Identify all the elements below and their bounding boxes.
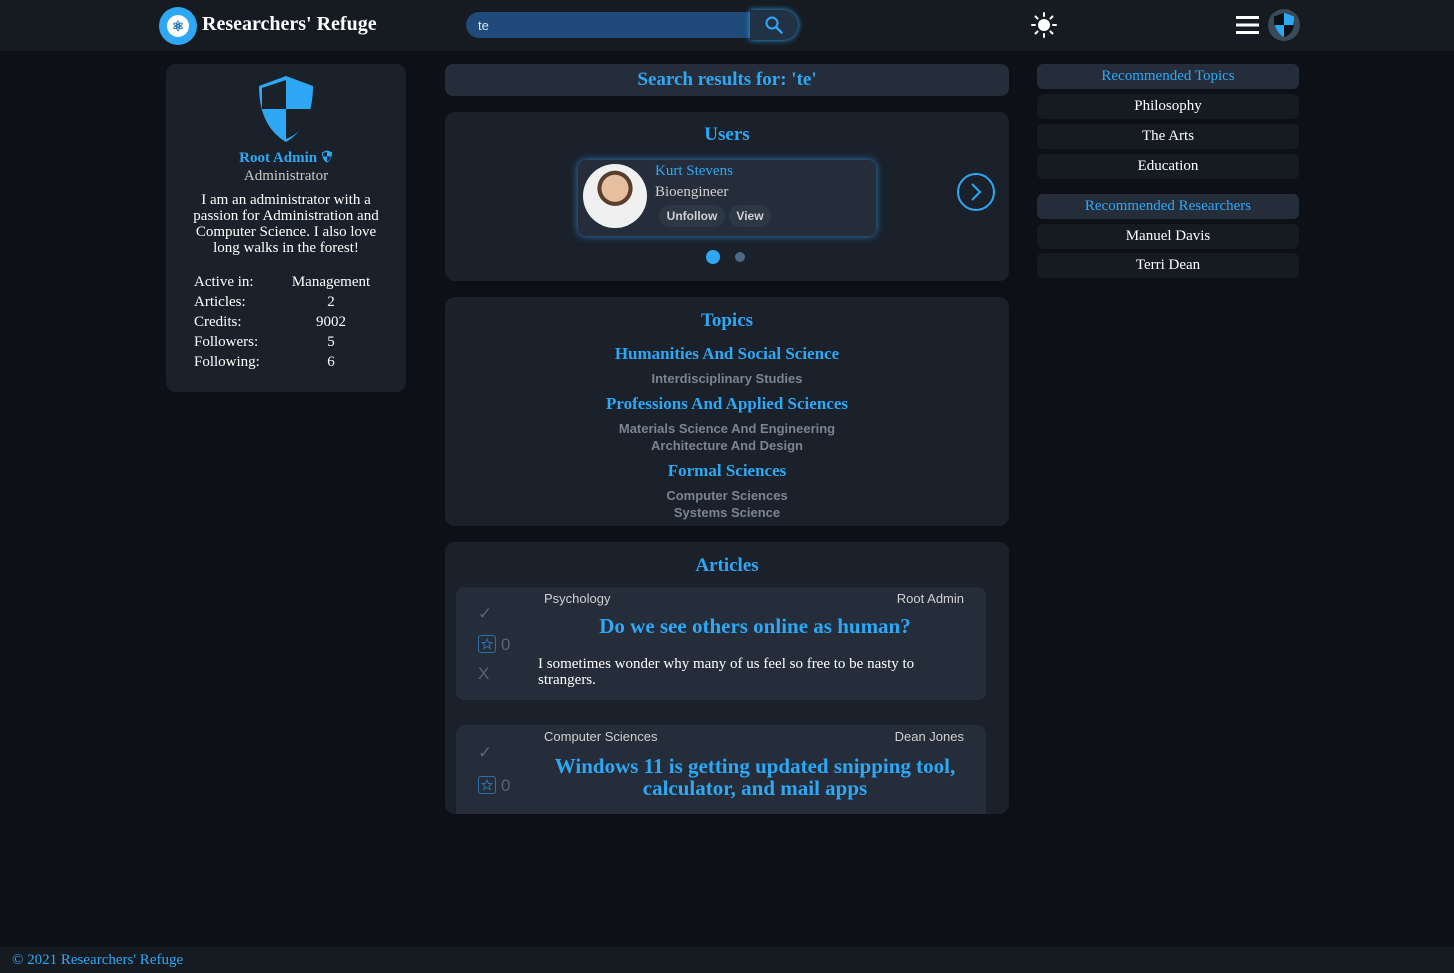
stat-value: 2 [327, 294, 335, 310]
articles-section: Articles Psychology Root Admin ✓ 0 X Do … [445, 542, 1009, 814]
stat-row: Credits: 9002 [194, 314, 394, 334]
topic-category-link[interactable]: Professions And Applied Sciences [445, 394, 1009, 414]
article-excerpt: I sometimes wonder why many of us feel s… [538, 656, 915, 688]
article-author[interactable]: Dean Jones [895, 729, 964, 744]
articles-title: Articles [695, 555, 759, 576]
unfollow-button[interactable]: Unfollow [659, 205, 725, 227]
topic-sub-link[interactable]: Systems Science [445, 505, 1009, 520]
footer-copyright: © 2021 Researchers' Refuge [12, 952, 184, 968]
article-score: 0 [501, 776, 511, 795]
carousel-dot[interactable] [735, 252, 745, 262]
topic-sub-link[interactable]: Computer Sciences [445, 488, 1009, 503]
users-title: Users [704, 124, 750, 145]
topic-sub-link[interactable]: Interdisciplinary Studies [445, 371, 1009, 386]
recommended-topic-item[interactable]: Philosophy [1037, 94, 1299, 119]
user-name-link[interactable]: Kurt Stevens [655, 163, 733, 180]
article-category[interactable]: Computer Sciences [544, 729, 657, 744]
article-title[interactable]: Do we see others online as human? [538, 615, 972, 637]
footer: © 2021 Researchers' Refuge [0, 947, 1454, 973]
user-avatar[interactable] [1268, 9, 1300, 41]
profile-role: Administrator [243, 168, 329, 184]
stat-label: Following: [194, 354, 260, 370]
stat-label: Followers: [194, 334, 259, 350]
stat-row: Following: 6 [194, 354, 394, 374]
stat-label: Credits: [194, 314, 242, 330]
view-button[interactable]: View [729, 205, 771, 227]
search-input[interactable] [466, 12, 752, 38]
article-score: 0 [501, 635, 511, 654]
article-author[interactable]: Root Admin [897, 591, 964, 606]
article-card[interactable]: Psychology Root Admin ✓ 0 X Do we see ot… [456, 587, 986, 700]
topic-sub-link[interactable]: Architecture And Design [445, 438, 1009, 453]
recommended-researcher-item[interactable]: Manuel Davis [1037, 224, 1299, 249]
topic-sub-link[interactable]: Materials Science And Engineering [445, 421, 1009, 436]
article-category[interactable]: Psychology [544, 591, 610, 606]
star-icon[interactable] [478, 776, 496, 794]
chevron-right-icon [971, 183, 982, 201]
article-title[interactable]: Windows 11 is getting updated snipping t… [538, 755, 972, 799]
user-card: Kurt Stevens Bioengineer Unfollow View [578, 160, 876, 236]
recommended-topics-heading: Recommended Topics [1037, 64, 1299, 89]
recommended-topic-item[interactable]: The Arts [1037, 124, 1299, 149]
stat-row: Followers: 5 [194, 334, 394, 354]
profile-name-text[interactable]: Root Admin [239, 150, 317, 166]
stat-row: Articles: 2 [194, 294, 394, 314]
topic-category-link[interactable]: Formal Sciences [445, 461, 1009, 481]
stat-value: 6 [327, 354, 335, 370]
site-title[interactable]: Researchers' Refuge [202, 13, 377, 36]
profile-name[interactable]: Root Admin [166, 150, 406, 167]
carousel-dot-active[interactable] [706, 250, 720, 264]
top-navbar: ⚛ Researchers' Refuge [0, 0, 1454, 51]
recommended-topic-item[interactable]: Education [1037, 154, 1299, 179]
topics-title: Topics [700, 310, 754, 331]
check-icon[interactable]: ✓ [478, 604, 492, 624]
search-results-heading: Search results for: 'te' [445, 64, 1009, 96]
sun-icon[interactable] [1030, 11, 1058, 39]
cross-icon[interactable]: X [478, 664, 489, 684]
topic-category-link[interactable]: Humanities And Social Science [445, 344, 1009, 364]
search-icon [765, 16, 783, 34]
topics-section: Topics Humanities And Social Science Int… [445, 297, 1009, 526]
search-button[interactable] [750, 10, 798, 40]
stat-value: 9002 [316, 314, 346, 330]
stat-value: 5 [327, 334, 335, 350]
stat-label: Active in: [194, 274, 254, 290]
admin-shield-icon [321, 150, 332, 163]
users-section: Users Kurt Stevens Bioengineer Unfollow … [445, 112, 1009, 281]
atom-logo-icon[interactable]: ⚛ [159, 7, 197, 45]
recommended-researchers-heading: Recommended Researchers [1037, 194, 1299, 219]
shield-icon [1273, 12, 1295, 38]
profile-stats: Active in: Management Articles: 2 Credits:… [194, 274, 394, 374]
hamburger-menu-icon[interactable] [1236, 14, 1259, 36]
article-card[interactable]: Computer Sciences Dean Jones ✓ 0 Windows… [456, 725, 986, 814]
user-avatar-photo[interactable] [583, 164, 647, 228]
carousel-next-button[interactable] [957, 173, 995, 211]
user-occupation: Bioengineer [655, 184, 729, 200]
recommended-researcher-item[interactable]: Terri Dean [1037, 253, 1299, 278]
stat-row: Active in: Management [194, 274, 394, 294]
stat-label: Articles: [194, 294, 246, 310]
shield-icon [259, 76, 313, 142]
profile-bio: I am an administrator with a passion for… [193, 192, 379, 256]
star-icon[interactable] [478, 635, 496, 653]
stat-value: Management [291, 274, 371, 290]
check-icon[interactable]: ✓ [478, 743, 492, 763]
profile-card: Root Admin Administrator I am an adminis… [166, 64, 406, 392]
